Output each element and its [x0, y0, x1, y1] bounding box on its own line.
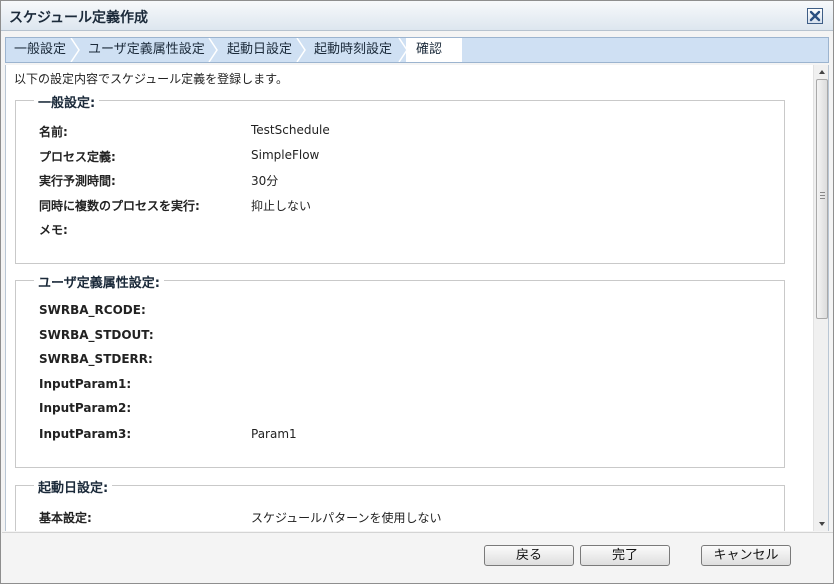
- step-start-time: 起動時刻設定: [314, 42, 393, 57]
- step-user-attrs: ユーザ定義属性設定: [88, 42, 205, 57]
- estimated-time-label: 実行予測時間:: [39, 174, 116, 188]
- stderr-label: SWRBA_STDERR:: [39, 352, 153, 366]
- intro-text: 以下の設定内容でスケジュール定義を登録します。: [14, 72, 288, 86]
- stdout-label: SWRBA_STDOUT:: [39, 328, 154, 342]
- process-definition-value: SimpleFlow: [251, 148, 320, 162]
- estimated-time-value: 30分: [251, 174, 279, 188]
- grip-line: [820, 192, 825, 193]
- input-param3-value: Param1: [251, 427, 297, 441]
- input-param2-label: InputParam2:: [39, 401, 132, 415]
- input-param1-label: InputParam1:: [39, 377, 132, 391]
- scrollbar-thumb[interactable]: [816, 79, 828, 319]
- wizard-steps: 一般設定 ユーザ定義属性設定 起動日設定 起動時刻設定 確認: [5, 37, 829, 63]
- dialog-footer: 戻る 完了 キャンセル: [2, 532, 833, 583]
- arrow-down-icon[interactable]: [814, 517, 829, 531]
- step-separator-icon: [208, 38, 218, 62]
- arrow-up-icon[interactable]: [814, 65, 829, 79]
- close-icon: [809, 10, 821, 22]
- grip-line: [820, 195, 825, 196]
- rcode-label: SWRBA_RCODE:: [39, 303, 146, 317]
- step-start-date: 起動日設定: [227, 42, 293, 57]
- basic-setting-value: スケジュールパターンを使用しない: [251, 511, 442, 525]
- cancel-button[interactable]: キャンセル: [701, 545, 791, 566]
- step-general: 一般設定: [14, 42, 67, 57]
- vertical-scrollbar[interactable]: [813, 65, 829, 531]
- start-date-title: 起動日設定:: [34, 477, 113, 496]
- memo-label: メモ:: [39, 223, 68, 237]
- schedule-definition-dialog: スケジュール定義作成 一般設定 ユーザ定義属性設定 起動日設定 起動時刻設定 確…: [0, 0, 834, 584]
- close-button[interactable]: [807, 8, 823, 24]
- basic-setting-label: 基本設定:: [39, 511, 92, 525]
- name-value: TestSchedule: [251, 123, 330, 137]
- input-param3-label: InputParam3:: [39, 427, 132, 441]
- name-label: 名前:: [39, 125, 68, 139]
- title-bar: スケジュール定義作成: [1, 1, 833, 31]
- general-settings-section: [15, 100, 785, 264]
- dialog-title: スケジュール定義作成: [9, 10, 149, 26]
- concurrent-run-label: 同時に複数のプロセスを実行:: [39, 199, 200, 213]
- content-panel: 以下の設定内容でスケジュール定義を登録します。 一般設定: 名前: TestSc…: [5, 65, 829, 531]
- step-confirm: 確認: [406, 38, 462, 62]
- back-button[interactable]: 戻る: [484, 545, 574, 566]
- grip-line: [820, 198, 825, 199]
- step-separator-icon: [70, 38, 80, 62]
- step-separator-icon: [296, 38, 306, 62]
- finish-button[interactable]: 完了: [580, 545, 670, 566]
- user-attrs-title: ユーザ定義属性設定:: [34, 272, 164, 291]
- general-settings-title: 一般設定:: [34, 92, 100, 111]
- process-definition-label: プロセス定義:: [39, 150, 116, 164]
- concurrent-run-value: 抑止しない: [251, 199, 312, 213]
